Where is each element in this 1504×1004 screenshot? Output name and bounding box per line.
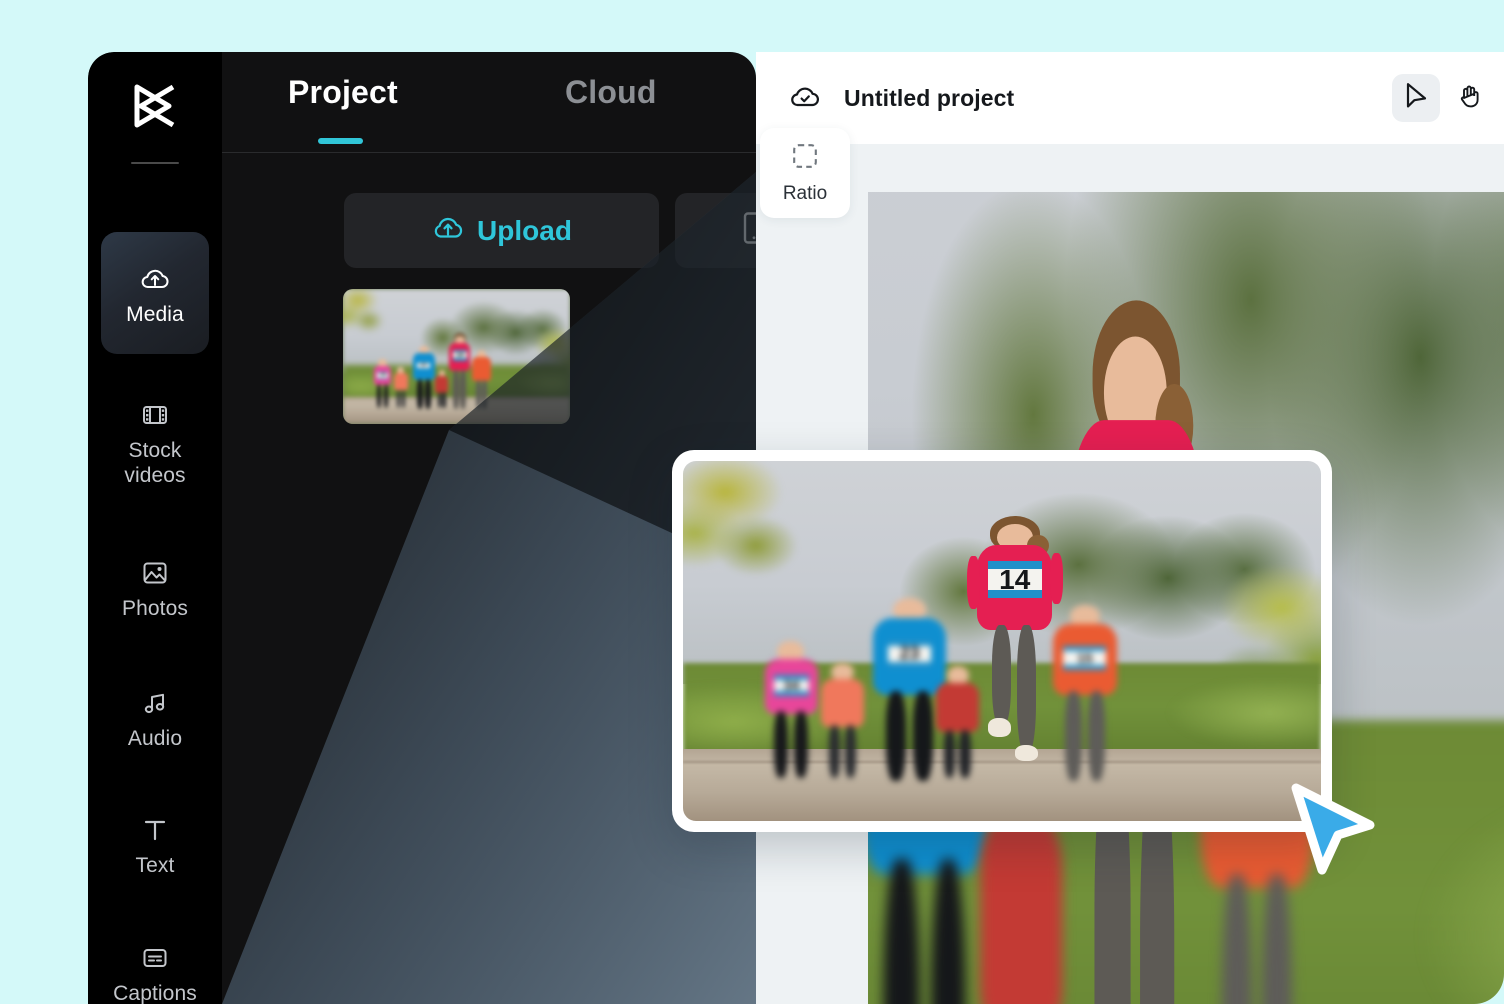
thumbnail-artwork: 34 23 14 [343, 289, 570, 424]
tab-project[interactable]: Project [288, 74, 398, 111]
select-arrow-tool[interactable] [1392, 74, 1440, 122]
sidebar-item-photos[interactable]: Photos [101, 537, 209, 637]
hand-icon [1457, 81, 1484, 115]
project-topbar: Untitled project [756, 52, 1504, 144]
sidebar-item-label: Media [126, 302, 184, 326]
upload-button[interactable]: Upload [344, 193, 659, 268]
sidebar-item-label: Text [135, 853, 175, 877]
image-icon [139, 554, 171, 592]
upload-from-phone-button[interactable] [675, 193, 756, 268]
zoom-callout-card[interactable]: 34 23 14 15 [672, 450, 1332, 832]
tab-active-indicator [318, 138, 363, 144]
sidebar-item-label: Photos [122, 596, 188, 620]
sidebar-item-media[interactable]: Media [101, 232, 209, 354]
film-strip-icon [139, 396, 171, 434]
zoom-callout-image: 34 23 14 15 [683, 461, 1321, 821]
media-thumbnail-runners[interactable]: 34 23 14 [343, 289, 570, 424]
media-panel-tabs: Project Cloud [222, 52, 756, 153]
sidebar-nav-rail: Media Stock videos Photos Audio Text Cap… [88, 52, 222, 1004]
sidebar-item-label: Captions [113, 981, 197, 1004]
page-title: Untitled project [844, 84, 1015, 111]
tab-cloud[interactable]: Cloud [565, 74, 657, 111]
upload-button-label: Upload [477, 214, 572, 246]
sidebar-item-label: Stock videos [124, 439, 186, 487]
sidebar-item-label: Audio [127, 726, 183, 750]
music-note-icon [139, 684, 171, 722]
capcut-logo-icon [88, 82, 222, 135]
cursor-arrow-icon [1403, 81, 1430, 115]
nav-divider [131, 162, 179, 164]
text-t-icon [139, 811, 171, 849]
page-root: Media Stock videos Photos Audio Text Cap… [0, 0, 1504, 1004]
hand-pan-tool[interactable] [1446, 74, 1494, 122]
mobile-phone-icon [741, 211, 756, 250]
sidebar-item-audio[interactable]: Audio [101, 667, 209, 767]
crop-frame-icon [791, 142, 819, 175]
cloud-upload-icon [431, 211, 465, 250]
captions-icon [139, 939, 171, 977]
popup-artwork: 34 23 14 15 [683, 461, 1321, 821]
canvas-tool-group [1392, 74, 1494, 122]
sidebar-item-captions[interactable]: Captions [101, 922, 209, 1004]
cloud-check-icon [788, 81, 822, 115]
ratio-button[interactable]: Ratio [760, 128, 850, 218]
cloud-upload-icon [139, 260, 171, 298]
sidebar-item-text[interactable]: Text [101, 794, 209, 894]
ratio-button-label: Ratio [782, 182, 828, 204]
sidebar-item-stock-videos[interactable]: Stock videos [101, 377, 209, 507]
